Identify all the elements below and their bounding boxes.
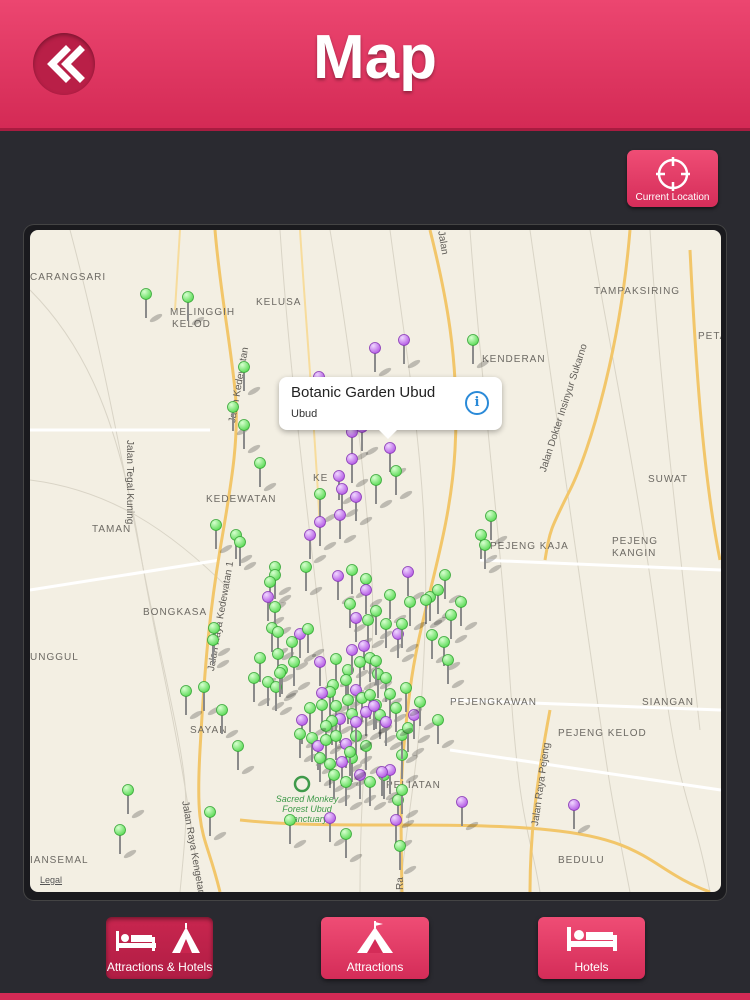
tab-label: Attractions & Hotels bbox=[106, 960, 213, 974]
bed-icon bbox=[567, 927, 617, 951]
bed-and-tent-icon bbox=[116, 923, 200, 953]
map-pin[interactable] bbox=[340, 828, 364, 864]
map-pin[interactable] bbox=[114, 824, 138, 860]
map-pin[interactable] bbox=[370, 474, 394, 510]
map-pins-layer bbox=[114, 288, 592, 875]
page-title: Map bbox=[313, 23, 437, 92]
map-pin[interactable] bbox=[302, 623, 326, 659]
map-pin[interactable] bbox=[140, 288, 164, 324]
map-pin[interactable] bbox=[216, 704, 240, 740]
map-pin[interactable] bbox=[304, 529, 328, 565]
map-pin[interactable] bbox=[398, 334, 422, 370]
legal-link[interactable]: Legal bbox=[40, 875, 62, 885]
bottom-accent-bar bbox=[0, 993, 750, 1000]
callout-title: Botanic Garden Ubud bbox=[291, 384, 436, 401]
info-icon[interactable]: i bbox=[465, 391, 489, 415]
map-pin[interactable] bbox=[210, 519, 234, 555]
callout-subtitle: Ubud bbox=[291, 408, 318, 420]
map-pin[interactable] bbox=[254, 457, 278, 493]
callout-tail bbox=[378, 429, 398, 439]
map-pin[interactable] bbox=[369, 342, 393, 378]
map-pin[interactable] bbox=[300, 561, 324, 597]
crosshair-icon bbox=[656, 157, 690, 191]
tab-label: Attractions bbox=[346, 960, 404, 974]
map-pin[interactable] bbox=[442, 654, 466, 690]
map-pin[interactable] bbox=[432, 714, 456, 750]
current-location-button[interactable]: Current Location bbox=[627, 150, 718, 207]
current-location-label: Current Location bbox=[635, 192, 710, 203]
map-view[interactable]: CARANGSARI MELINGGIH KELOD KELUSA TAMPAK… bbox=[30, 230, 721, 892]
map-pin[interactable] bbox=[467, 334, 491, 370]
park-marker bbox=[293, 775, 311, 793]
map-pin[interactable] bbox=[227, 401, 251, 437]
map-pin[interactable] bbox=[456, 796, 480, 832]
tent-icon bbox=[357, 921, 393, 953]
map-pin[interactable] bbox=[182, 291, 206, 327]
tab-attractions[interactable]: Attractions bbox=[321, 917, 429, 979]
map-pin[interactable] bbox=[284, 814, 308, 850]
tab-hotels[interactable]: Hotels bbox=[538, 917, 645, 979]
map-pin[interactable] bbox=[350, 491, 374, 527]
map-pin[interactable] bbox=[485, 510, 509, 546]
map-pin[interactable] bbox=[238, 419, 262, 455]
map-pin[interactable] bbox=[455, 596, 479, 632]
map-callout[interactable]: Botanic Garden Ubud Ubud i bbox=[279, 377, 502, 430]
tab-attractions-hotels[interactable]: Attractions & Hotels bbox=[106, 917, 213, 979]
tab-label: Hotels bbox=[574, 960, 609, 974]
map-pin[interactable] bbox=[568, 799, 592, 835]
map-pin[interactable] bbox=[234, 536, 258, 572]
map-pin[interactable] bbox=[232, 740, 256, 776]
map-pin[interactable] bbox=[122, 784, 146, 820]
map-pin[interactable] bbox=[238, 361, 262, 397]
map-pin[interactable] bbox=[204, 806, 228, 842]
header-bar: Map bbox=[0, 0, 750, 131]
